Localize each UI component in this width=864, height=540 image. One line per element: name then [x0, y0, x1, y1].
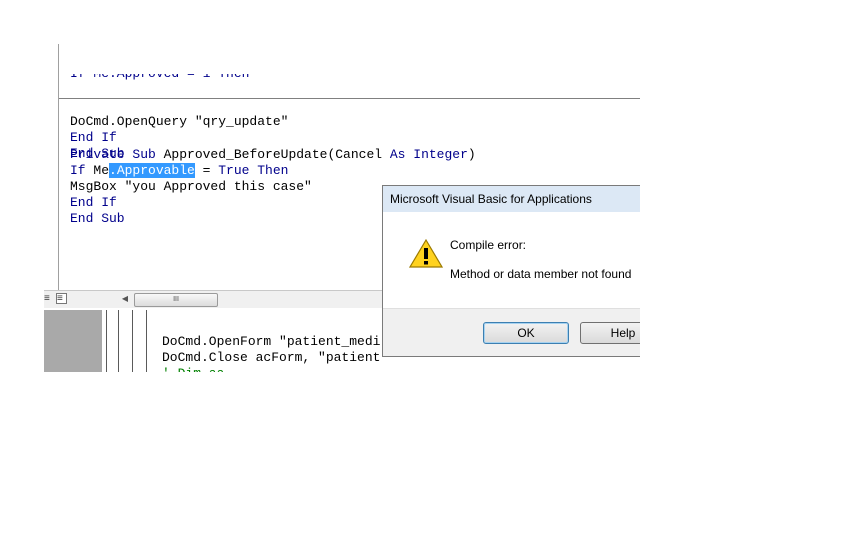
help-button[interactable]: Help [580, 322, 640, 344]
scrollbar-thumb[interactable]: III [134, 293, 218, 307]
code-keyword: True Then [218, 163, 289, 178]
horizontal-scrollbar[interactable]: ≡ ≡ ◀ III [44, 290, 384, 308]
gridline [106, 310, 107, 372]
dialog-button-bar: OK Help [383, 308, 640, 356]
code-line[interactable]: Private Sub Approved_BeforeUpdate(Cancel… [70, 147, 476, 163]
error-message: Method or data member not found [450, 267, 632, 281]
scroll-left-arrow-icon[interactable]: ◀ [120, 294, 130, 304]
window-background [44, 310, 102, 372]
code-keyword: Private Sub [70, 147, 164, 162]
code-keyword: End If [70, 195, 117, 210]
dialog-body: Compile error: Method or data member not… [383, 212, 640, 308]
code-keyword: As Integer [389, 147, 468, 162]
dialog-titlebar[interactable]: Microsoft Visual Basic for Applications [383, 186, 640, 213]
code-text: DoCmd.OpenForm "patient_medi [162, 334, 381, 349]
code-line[interactable]: ' Dim aa [162, 366, 380, 372]
gridline [118, 310, 119, 372]
code-comment: ' Dim aa [162, 366, 224, 372]
editor-margin [44, 44, 59, 292]
code-line-partial: If Me.Approved = 1 Then [70, 66, 288, 82]
code-text: Me [93, 163, 110, 178]
warning-icon [409, 238, 443, 268]
code-block-second-window[interactable]: DoCmd.OpenForm "patient_medi DoCmd.Close … [162, 310, 380, 372]
code-text: DoCmd.Close acForm, "patient [162, 350, 381, 365]
code-text: ) [467, 147, 476, 162]
gridline [146, 310, 147, 372]
second-code-window[interactable]: DoCmd.OpenForm "patient_medi DoCmd.Close … [44, 310, 384, 372]
code-line[interactable]: If Me.Approvable = True Then [70, 163, 476, 179]
error-heading: Compile error: [450, 238, 527, 252]
code-text: MsgBox "you Approved this case" [70, 179, 312, 194]
procedure-view-icon[interactable]: ≡ [44, 294, 54, 304]
code-text: If Me.Approved = 1 Then [70, 66, 250, 81]
code-line[interactable]: DoCmd.Close acForm, "patient [162, 350, 380, 366]
procedure-separator [59, 98, 640, 99]
code-line[interactable]: DoCmd.OpenForm "patient_medi [162, 334, 380, 350]
selected-text: .Approvable [109, 163, 195, 178]
code-lines: DoCmd.OpenForm "patient_medi DoCmd.Close … [162, 334, 380, 372]
code-text: = [194, 163, 219, 178]
ok-button[interactable]: OK [483, 322, 569, 344]
code-keyword: If [70, 163, 94, 178]
dialog-title: Microsoft Visual Basic for Applications [390, 192, 592, 206]
compile-error-dialog: Microsoft Visual Basic for Applications … [382, 185, 640, 357]
code-keyword: End Sub [70, 211, 125, 226]
gridline [132, 310, 133, 372]
full-module-view-icon[interactable]: ≡ [56, 293, 67, 304]
code-text: Approved_BeforeUpdate(Cancel [163, 147, 390, 162]
